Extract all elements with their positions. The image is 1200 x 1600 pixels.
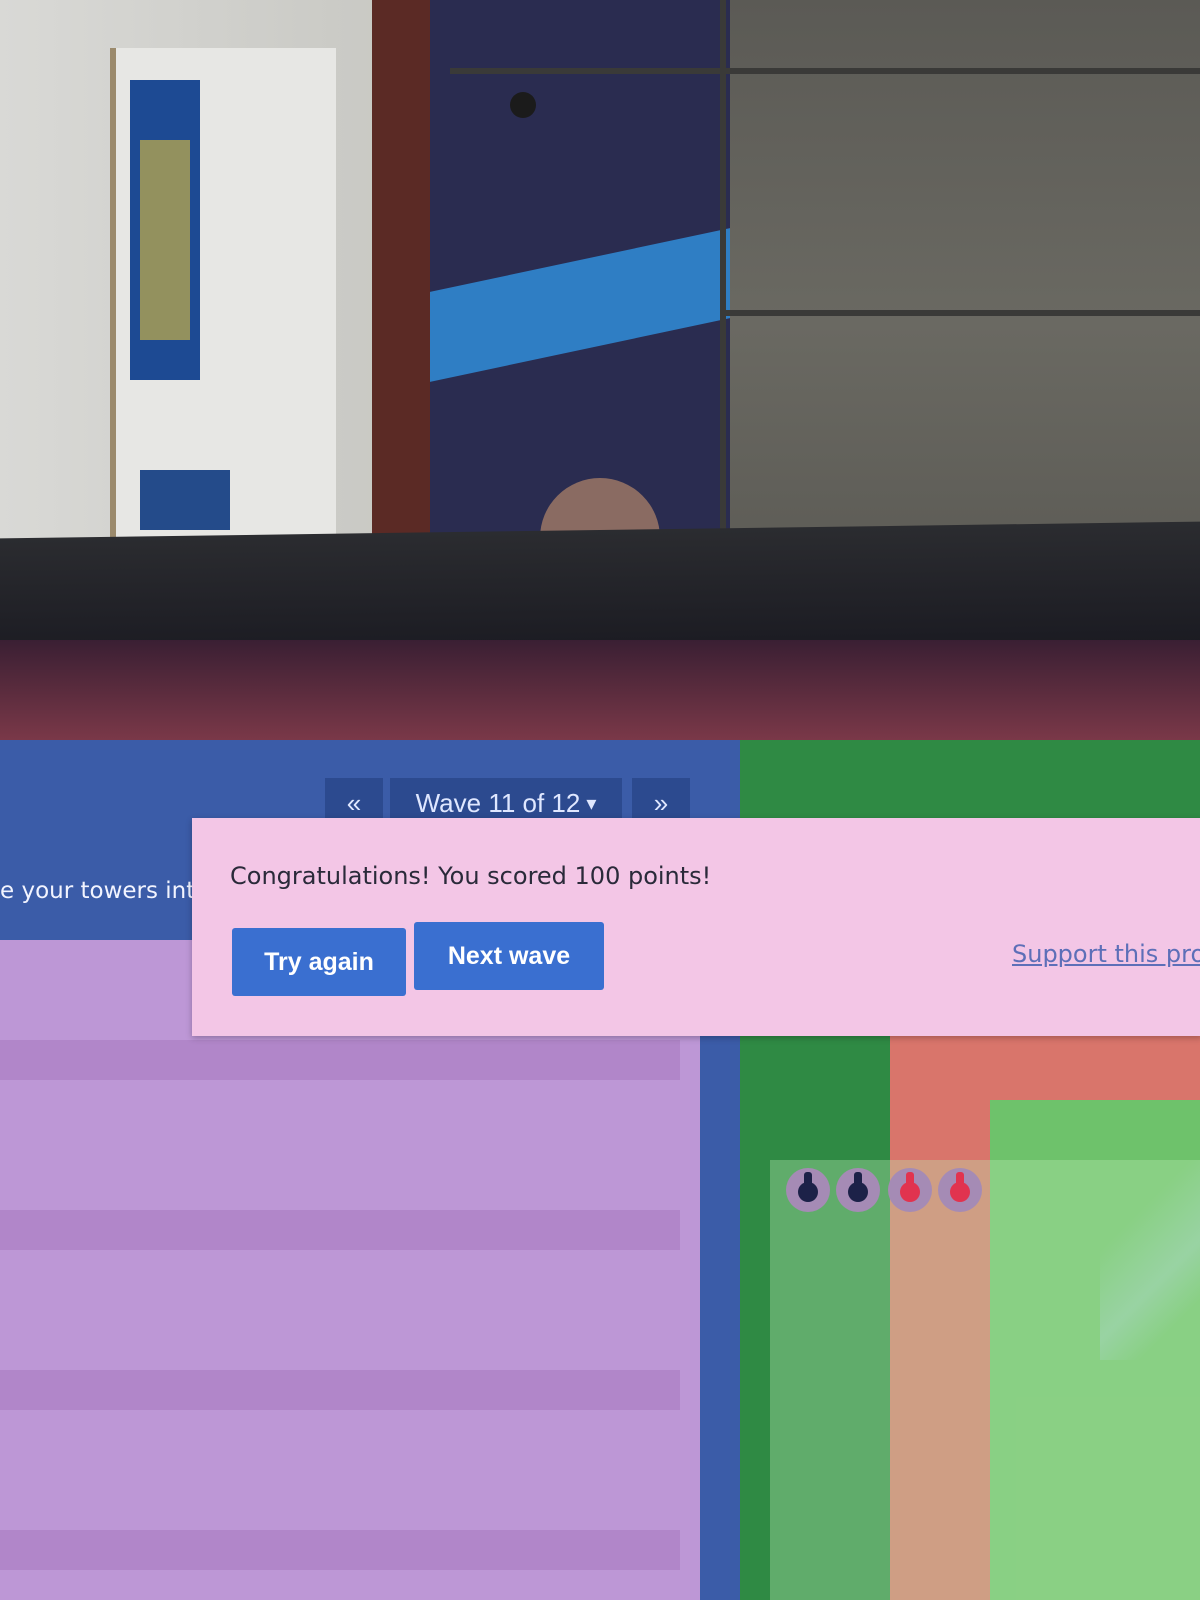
screen-glare — [1100, 1160, 1200, 1360]
door — [372, 0, 434, 540]
wave-label: Wave 11 of 12 — [415, 787, 581, 818]
monitor-screen: « Wave 11 of 12 ▾ » e your towers int Co… — [0, 640, 1200, 1600]
chevron-double-right-icon: » — [653, 787, 669, 818]
security-camera — [510, 92, 536, 118]
tower-red[interactable] — [888, 1168, 932, 1212]
chevron-double-left-icon: « — [346, 787, 362, 818]
editor-line — [0, 1210, 680, 1250]
caret-down-icon: ▾ — [586, 792, 597, 815]
code-editor-area[interactable] — [0, 940, 700, 1600]
support-link[interactable]: Support this pro — [1012, 940, 1200, 968]
editor-line — [0, 1370, 680, 1410]
pillar — [430, 0, 730, 540]
ceiling-grid — [450, 68, 1200, 74]
tower-dark[interactable] — [786, 1168, 830, 1212]
editor-line — [0, 1040, 680, 1080]
top-bar — [0, 640, 1200, 740]
tower-dark[interactable] — [836, 1168, 880, 1212]
try-again-button[interactable]: Try again — [232, 928, 406, 996]
result-message: Congratulations! You scored 100 points! — [230, 862, 712, 890]
room-background — [0, 0, 1200, 540]
result-dialog: Congratulations! You scored 100 points! … — [192, 818, 1200, 1036]
poster — [130, 80, 200, 380]
poster — [140, 470, 230, 530]
tower-red[interactable] — [938, 1168, 982, 1212]
next-wave-button[interactable]: Next wave — [414, 922, 604, 990]
editor-line — [0, 1530, 680, 1570]
ceiling-grid — [720, 310, 1200, 316]
instruction-text: e your towers int — [0, 878, 196, 904]
ceiling-grid — [720, 0, 726, 540]
monitor-bezel — [0, 521, 1200, 659]
